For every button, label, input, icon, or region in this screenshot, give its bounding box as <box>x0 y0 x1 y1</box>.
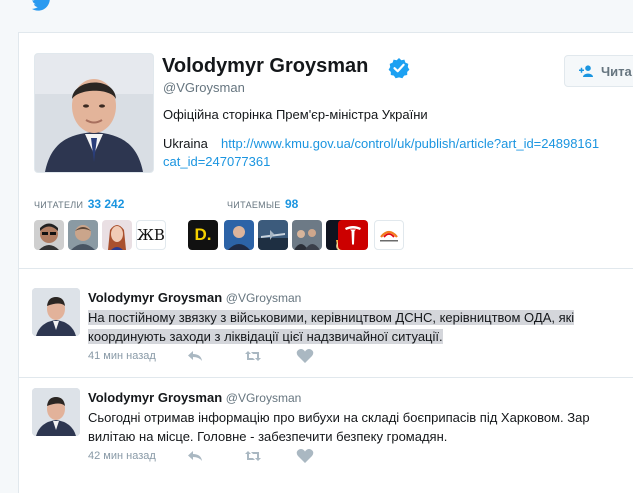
profile-name[interactable]: Volodymyr Groysman <box>162 55 368 78</box>
arcelormittal-logo-icon <box>380 230 398 242</box>
tweet-author-name[interactable]: Volodymyr Groysman <box>88 290 222 305</box>
tweet-text: Сьогодні отримав інформацію про вибухи н… <box>88 408 590 446</box>
divider <box>18 377 633 378</box>
tweet-author-handle[interactable]: @VGroysman <box>226 291 302 305</box>
tweet-avatar[interactable] <box>32 288 80 336</box>
verified-badge-icon <box>388 58 410 79</box>
tweet-timestamp[interactable]: 42 мин назад <box>88 450 156 462</box>
tweet-text-line: координують заходи з ліквідації цієї над… <box>88 329 443 344</box>
tweet-author[interactable]: Volodymyr Groysman @VGroysman <box>88 390 301 405</box>
follow-person-icon <box>579 65 593 77</box>
like-heart-icon[interactable] <box>296 348 314 364</box>
tweet-timestamp[interactable]: 41 мин назад <box>88 350 156 362</box>
retweet-icon[interactable] <box>244 448 262 464</box>
tweet-text-line: вилітаю на місце. Головне - забезпечити … <box>88 429 448 444</box>
reply-icon[interactable] <box>186 348 204 364</box>
retweet-icon[interactable] <box>244 348 262 364</box>
followers-count[interactable]: 33 242 <box>88 197 125 211</box>
follow-button[interactable]: Чита <box>564 55 633 87</box>
tweet-author[interactable]: Volodymyr Groysman @VGroysman <box>88 290 301 305</box>
divider <box>18 268 633 269</box>
profile-location: Ukraina <box>163 136 208 151</box>
reply-icon[interactable] <box>186 448 204 464</box>
following-avatar-group[interactable] <box>292 220 322 250</box>
following-avatar-plane[interactable] <box>258 220 288 250</box>
tweet-text-line: Сьогодні отримав інформацію про вибухи н… <box>88 410 590 425</box>
follower-avatar-sunglasses[interactable] <box>34 220 64 250</box>
following-count[interactable]: 98 <box>285 197 298 211</box>
profile-avatar[interactable] <box>34 53 154 173</box>
zhv-logo-text: ЖВ <box>137 226 165 244</box>
twitter-bird-icon[interactable] <box>30 0 54 12</box>
profile-url[interactable]: http://www.kmu.gov.ua/control/uk/publish… <box>221 136 599 151</box>
following-label: ЧИТАЕМЫЕ <box>227 200 281 210</box>
tweet-author-name[interactable]: Volodymyr Groysman <box>88 390 222 405</box>
like-heart-icon[interactable] <box>296 448 314 464</box>
followers-label: ЧИТАТЕЛИ <box>34 200 84 210</box>
d-logo-text: D. <box>194 225 212 244</box>
profile-handle[interactable]: @VGroysman <box>163 80 245 95</box>
follower-avatar-woman[interactable] <box>102 220 132 250</box>
following-stat[interactable]: ЧИТАЕМЫЕ 98 <box>227 195 298 213</box>
tesla-logo-icon <box>345 226 361 245</box>
following-avatar-arcelormittal[interactable] <box>374 220 404 250</box>
profile-bio: Офіційна сторінка Прем'єр-міністра Украї… <box>163 107 428 122</box>
tweet-text-line: На постійному звязку з військовими, кері… <box>88 310 575 325</box>
follow-button-label: Чита <box>601 63 632 79</box>
follower-avatar-zhv[interactable]: ЖВ <box>136 220 166 250</box>
follower-avatar-man[interactable] <box>68 220 98 250</box>
tweet-avatar[interactable] <box>32 388 80 436</box>
following-avatar-official[interactable] <box>224 220 254 250</box>
profile-location-url: Ukraina http://www.kmu.gov.ua/control/uk… <box>163 135 599 171</box>
tweet-text: На постійному звязку з військовими, кері… <box>88 308 575 346</box>
profile-url-continued[interactable]: cat_id=247077361 <box>163 154 270 169</box>
tweet-author-handle[interactable]: @VGroysman <box>226 391 302 405</box>
following-avatar-tesla[interactable] <box>338 220 368 250</box>
follower-avatar-d[interactable]: D. <box>188 220 218 250</box>
followers-stat[interactable]: ЧИТАТЕЛИ 33 242 <box>34 195 124 213</box>
